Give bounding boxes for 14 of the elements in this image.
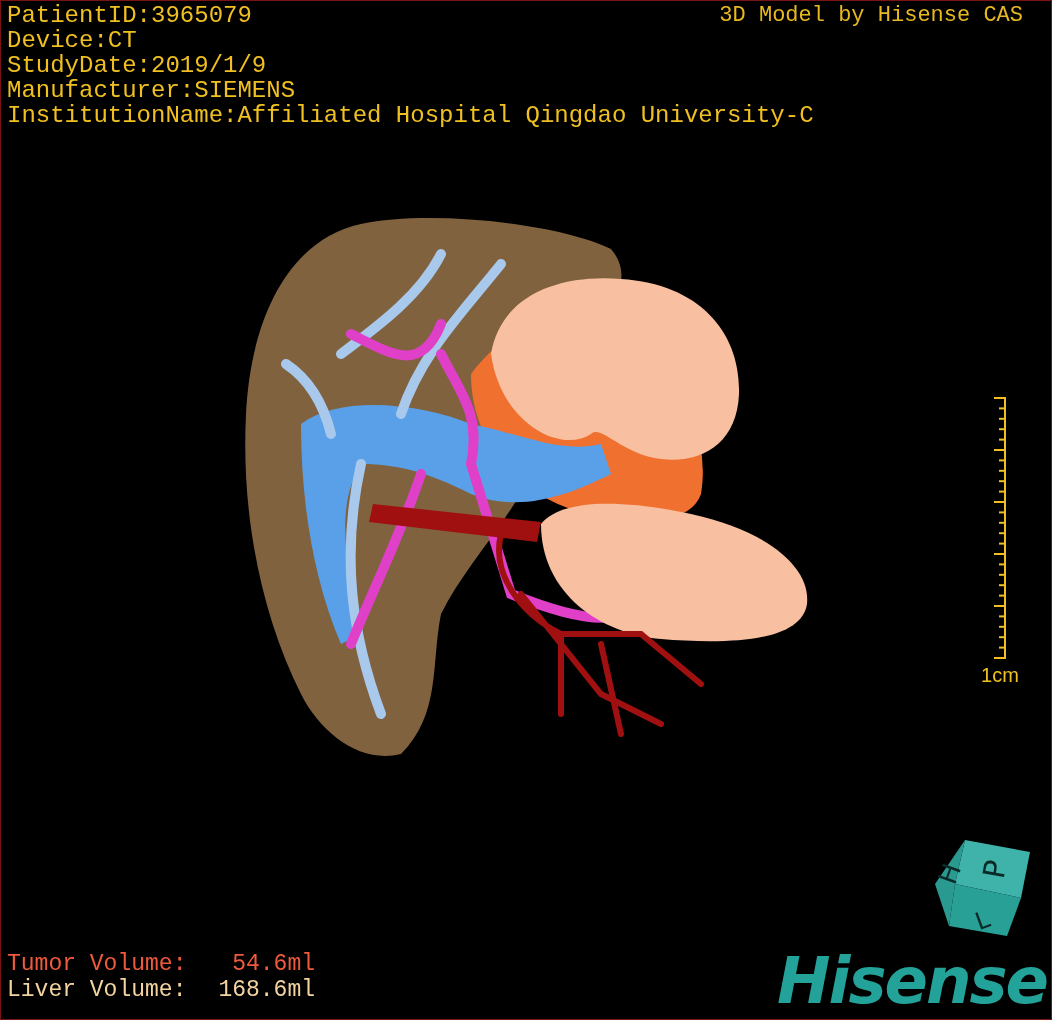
brand-logo: Hisense bbox=[776, 949, 1047, 1013]
volume-value: 54.6ml bbox=[231, 951, 315, 977]
orientation-cube[interactable]: H P L bbox=[935, 840, 1031, 936]
patient-info-line: StudyDate:2019/1/9 bbox=[7, 53, 268, 78]
scale-bar-ruler-icon bbox=[992, 396, 1008, 662]
scale-label: 1cm bbox=[981, 663, 1019, 688]
patient-info-line: Device:CT bbox=[7, 28, 138, 53]
patient-info-line: Manufacturer:SIEMENS bbox=[7, 78, 297, 103]
volume-label: Tumor Volume: bbox=[7, 951, 188, 977]
volume-value: 168.6ml bbox=[217, 977, 315, 1003]
viewer-title: 3D Model by Hisense CAS bbox=[719, 3, 1023, 28]
volume-label: Liver Volume: bbox=[7, 977, 188, 1003]
patient-info-line: PatientID:3965079 bbox=[7, 3, 252, 28]
patient-info-line: InstitutionName:Affiliated Hospital Qingdao University-C bbox=[7, 103, 815, 128]
